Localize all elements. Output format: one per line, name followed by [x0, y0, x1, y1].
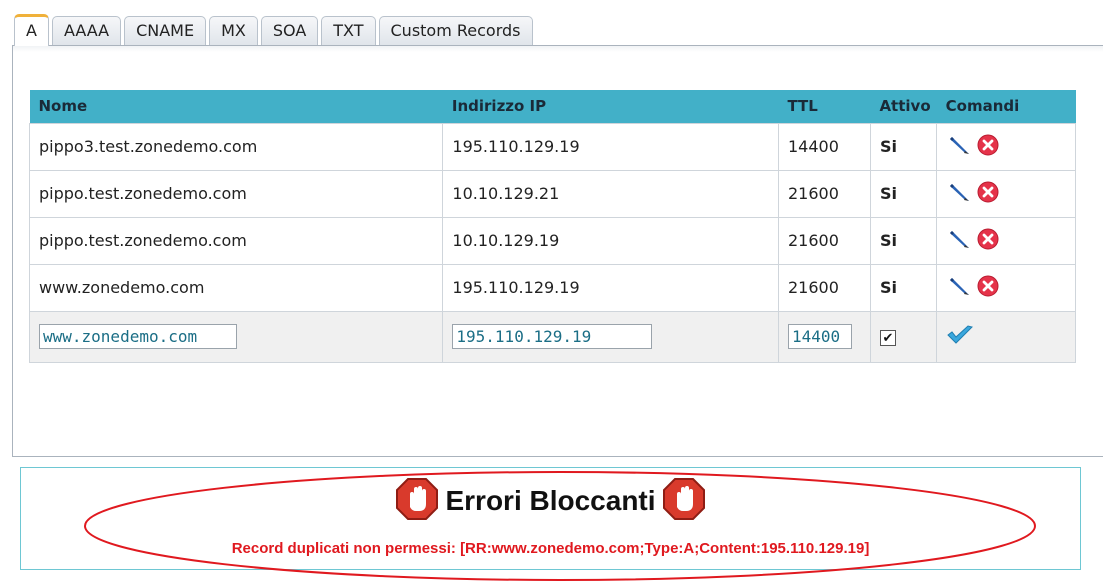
table-row: pippo.test.zonedemo.com 10.10.129.21 216… — [28, 169, 1076, 218]
table-header-row: Nome Indirizzo IP TTL Attivo Comandi — [29, 90, 1076, 123]
record-ttl: 21600 — [777, 263, 871, 312]
record-name: www.zonedemo.com — [28, 263, 444, 312]
tab-panel: Nome Indirizzo IP TTL Attivo Comandi pip… — [12, 45, 1103, 457]
delete-icon[interactable] — [976, 180, 1000, 208]
record-ip: 195.110.129.19 — [442, 122, 779, 171]
row-commands — [946, 274, 1000, 302]
name-input[interactable] — [39, 324, 237, 349]
record-ttl: 14400 — [777, 122, 871, 171]
record-active: Si — [869, 216, 938, 265]
delete-icon[interactable] — [976, 133, 1000, 161]
pencil-icon[interactable] — [946, 275, 972, 301]
active-checkbox[interactable]: ✔ — [879, 330, 896, 347]
row-commands — [946, 227, 1000, 255]
stop-hand-icon — [662, 477, 706, 525]
record-name: pippo.test.zonedemo.com — [28, 216, 444, 265]
tab-a[interactable]: A — [14, 14, 49, 46]
tab-txt[interactable]: TXT — [321, 16, 376, 46]
row-commands — [946, 133, 1000, 161]
ip-input[interactable] — [452, 324, 653, 349]
pencil-icon[interactable] — [946, 228, 972, 254]
record-ip: 10.10.129.21 — [442, 169, 779, 218]
record-type-tabs: A AAAA CNAME MX SOA TXT Custom Records — [14, 14, 536, 46]
delete-icon[interactable] — [976, 274, 1000, 302]
pencil-icon[interactable] — [946, 181, 972, 207]
record-active: Si — [869, 169, 938, 218]
record-ip: 195.110.129.19 — [442, 263, 779, 312]
edit-row: ✔ — [28, 310, 1076, 363]
column-header-ip: Indirizzo IP — [442, 90, 779, 123]
error-panel: Errori Bloccanti Record duplicati non pe… — [20, 467, 1081, 570]
record-name: pippo3.test.zonedemo.com — [28, 122, 444, 171]
record-ip: 10.10.129.19 — [442, 216, 779, 265]
pencil-icon[interactable] — [946, 134, 972, 160]
column-header-name: Nome — [29, 90, 443, 123]
delete-icon[interactable] — [976, 227, 1000, 255]
stop-hand-icon — [395, 477, 439, 525]
table-row: pippo3.test.zonedemo.com 195.110.129.19 … — [28, 122, 1076, 171]
checkmark-icon[interactable] — [946, 324, 974, 350]
table-row: www.zonedemo.com 195.110.129.19 21600 Si — [28, 263, 1076, 312]
tab-soa[interactable]: SOA — [260, 16, 319, 46]
table-row: pippo.test.zonedemo.com 10.10.129.19 216… — [28, 216, 1076, 265]
tab-mx[interactable]: MX — [209, 16, 258, 46]
record-ttl: 21600 — [777, 216, 871, 265]
error-title: Errori Bloccanti — [445, 485, 656, 516]
records-table: Nome Indirizzo IP TTL Attivo Comandi pip… — [28, 90, 1076, 363]
error-message: Record duplicati non permessi: [RR:www.z… — [231, 540, 870, 557]
column-header-commands: Comandi — [936, 90, 1076, 123]
tab-aaaa[interactable]: AAAA — [51, 16, 122, 46]
tab-custom-records[interactable]: Custom Records — [378, 16, 533, 46]
record-active: Si — [869, 122, 938, 171]
ttl-input[interactable] — [787, 324, 852, 349]
record-name: pippo.test.zonedemo.com — [28, 169, 444, 218]
column-header-active: Attivo — [870, 90, 937, 123]
column-header-ttl: TTL — [778, 90, 871, 123]
row-commands — [946, 180, 1000, 208]
record-ttl: 21600 — [777, 169, 871, 218]
tab-cname[interactable]: CNAME — [124, 16, 207, 46]
record-active: Si — [869, 263, 938, 312]
